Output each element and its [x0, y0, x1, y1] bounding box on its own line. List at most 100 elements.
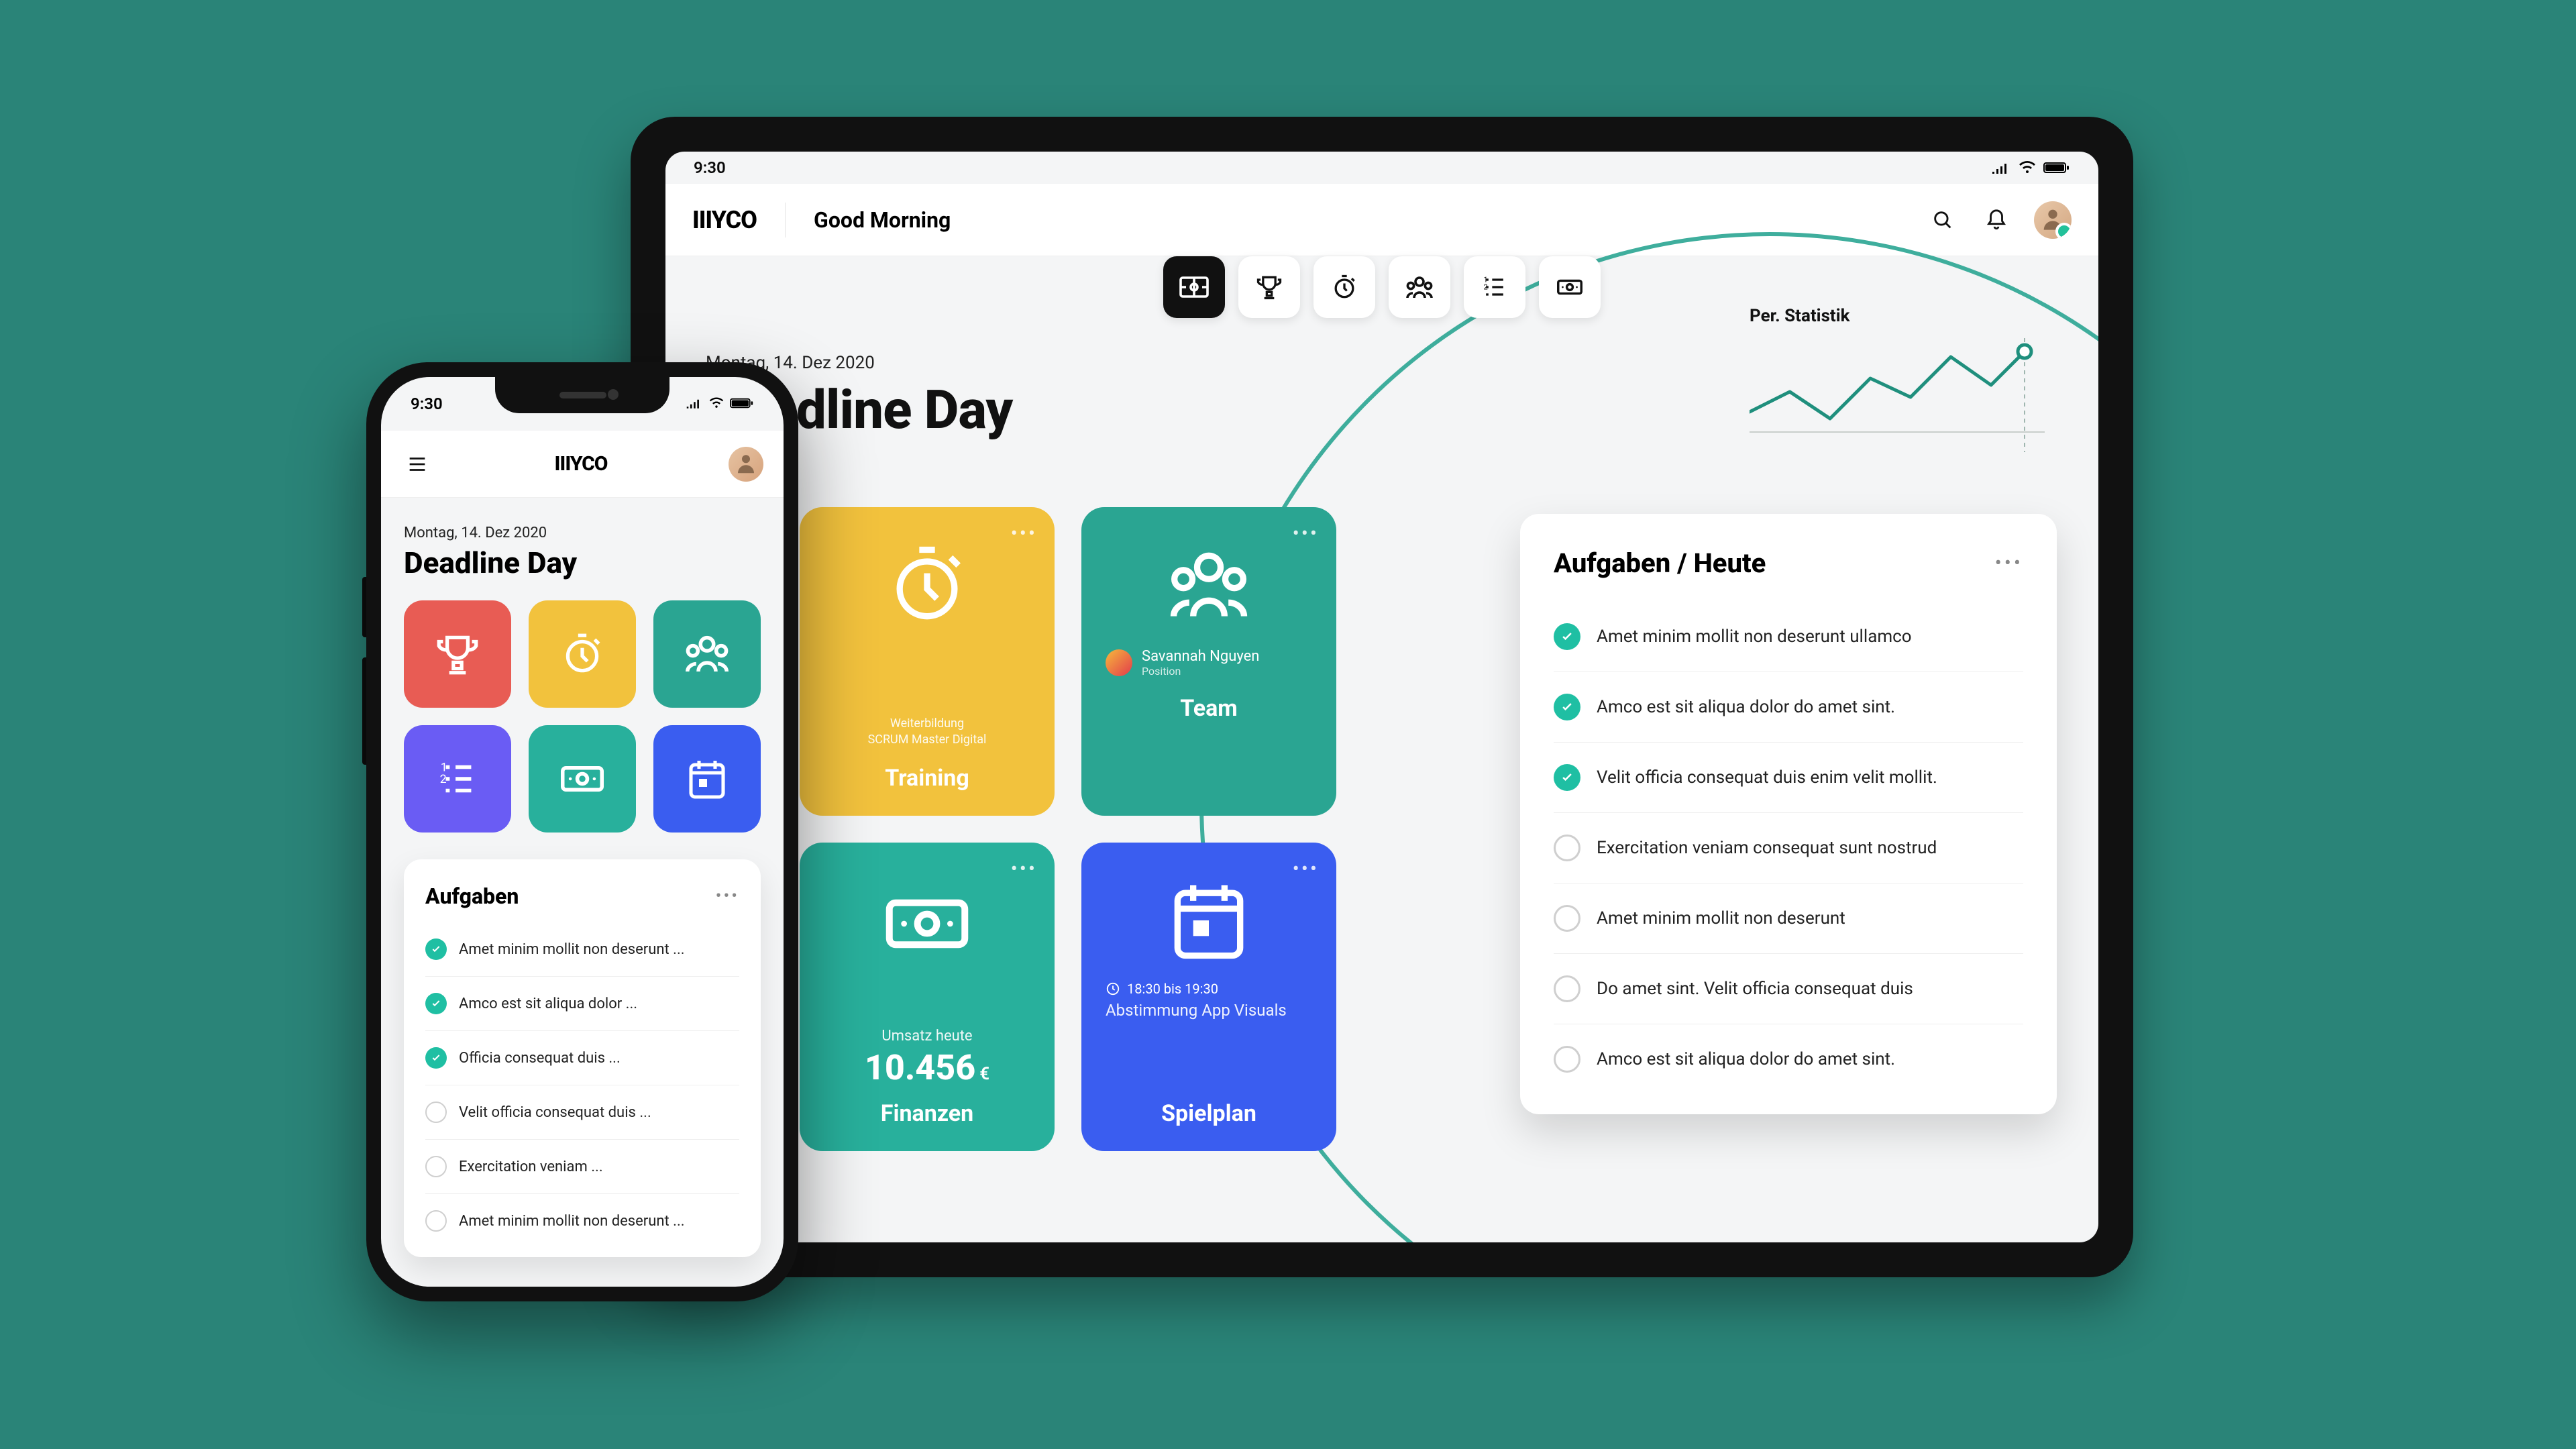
task-row[interactable]: Amco est sit aliqua dolor do amet sint. — [1554, 1024, 2023, 1094]
tablet-header: IIIYCO Good Morning — [665, 184, 2098, 256]
card-more-icon[interactable]: ••• — [1011, 522, 1037, 545]
card-team[interactable]: ••• Savannah Nguyen Position Team — [1081, 507, 1336, 816]
tile-team[interactable] — [653, 600, 761, 708]
check-todo-icon[interactable] — [425, 1102, 447, 1123]
check-done-icon[interactable] — [1554, 694, 1580, 720]
check-todo-icon[interactable] — [1554, 835, 1580, 861]
tasks-more-icon[interactable]: ••• — [716, 886, 739, 906]
member-avatar — [1106, 649, 1132, 676]
tile-money[interactable] — [529, 725, 636, 833]
amount-value: 10.456 — [865, 1047, 975, 1088]
stats-sparkline — [1750, 338, 2045, 452]
task-row[interactable]: Exercitation veniam ... — [425, 1140, 739, 1194]
task-list: Amet minim mollit non deserunt ullamco Am… — [1554, 602, 2023, 1094]
wifi-icon — [708, 394, 724, 413]
task-row[interactable]: Amet minim mollit non deserunt ... — [425, 1194, 739, 1248]
check-todo-icon[interactable] — [425, 1156, 447, 1177]
check-todo-icon[interactable] — [425, 1210, 447, 1232]
phone-frame: 9:30 IIIYCO Montag, 14. Dez 2020 Deadlin… — [366, 362, 798, 1301]
task-row[interactable]: Amet minim mollit non deserunt ... — [425, 922, 739, 977]
page-title: Deadline Day — [404, 545, 761, 580]
card-title: Finanzen — [824, 1100, 1030, 1127]
task-row[interactable]: Officia consequat duis ... — [425, 1031, 739, 1085]
task-text: Exercitation veniam consequat sunt nostr… — [1597, 838, 1937, 858]
task-text: Amco est sit aliqua dolor ... — [459, 996, 637, 1012]
nav-toolbar: 12 — [1163, 256, 1601, 318]
tile-trophy[interactable] — [404, 600, 511, 708]
card-sub: Umsatz heute — [824, 1028, 1030, 1044]
check-todo-icon[interactable] — [1554, 1046, 1580, 1073]
check-todo-icon[interactable] — [1554, 905, 1580, 932]
battery-icon — [2043, 161, 2070, 174]
tasks-panel: Aufgaben / Heute ••• Amet minim mollit n… — [1520, 514, 2057, 1114]
nav-ranking[interactable]: 12 — [1464, 256, 1525, 318]
card-spielplan[interactable]: ••• 18:30 bis 19:30 Abstimmung App Visua… — [1081, 843, 1336, 1151]
tablet-status-bar: 9:30 — [665, 152, 2098, 184]
check-done-icon[interactable] — [425, 938, 447, 960]
card-more-icon[interactable]: ••• — [1293, 522, 1319, 545]
task-row[interactable]: Amet minim mollit non deserunt — [1554, 883, 2023, 954]
tasks-title: Aufgaben / Heute — [1554, 547, 1766, 579]
greeting-text: Good Morning — [814, 207, 951, 233]
task-text: Exercitation veniam ... — [459, 1159, 603, 1175]
card-time-text: 18:30 bis 19:30 — [1127, 981, 1218, 997]
task-text: Amco est sit aliqua dolor do amet sint. — [1597, 697, 1895, 717]
task-row[interactable]: Amco est sit aliqua dolor do amet sint. — [1554, 672, 2023, 743]
tile-ranking[interactable]: 12 — [404, 725, 511, 833]
task-row[interactable]: Exercitation veniam consequat sunt nostr… — [1554, 813, 2023, 883]
task-text: Amet minim mollit non deserunt ullamco — [1597, 627, 1912, 647]
member-position: Position — [1142, 665, 1259, 678]
nav-money[interactable] — [1539, 256, 1601, 318]
task-text: Velit officia consequat duis ... — [459, 1104, 651, 1121]
phone-screen: 9:30 IIIYCO Montag, 14. Dez 2020 Deadlin… — [381, 377, 784, 1287]
tile-calendar[interactable] — [653, 725, 761, 833]
brand-text: IIIYCO — [555, 452, 608, 476]
task-text: Amet minim mollit non deserunt ... — [459, 941, 685, 958]
task-text: Do amet sint. Velit officia consequat du… — [1597, 979, 1913, 999]
check-todo-icon[interactable] — [1554, 975, 1580, 1002]
menu-icon[interactable] — [401, 448, 433, 480]
stats-title: Per. Statistik — [1750, 306, 2045, 326]
task-text: Amet minim mollit non deserunt — [1597, 908, 1845, 928]
battery-icon — [730, 394, 754, 413]
card-more-icon[interactable]: ••• — [1293, 857, 1319, 881]
card-sub1: Weiterbildung — [824, 716, 1030, 731]
nav-pitch[interactable] — [1163, 256, 1225, 318]
card-finanzen[interactable]: ••• Umsatz heute 10.456€ Finanzen — [800, 843, 1055, 1151]
bell-icon[interactable] — [1980, 204, 2012, 236]
phone-task-list: Amet minim mollit non deserunt ... Amco e… — [425, 922, 739, 1248]
svg-text:2: 2 — [1484, 283, 1488, 292]
card-more-icon[interactable]: ••• — [1011, 857, 1037, 881]
brand-logo[interactable]: IIIYCO — [692, 206, 757, 234]
brand-logo[interactable]: IIIYCO — [555, 452, 608, 476]
phone-notch — [495, 377, 669, 413]
tasks-more-icon[interactable]: ••• — [1995, 551, 2023, 575]
check-done-icon[interactable] — [1554, 764, 1580, 791]
task-row[interactable]: Velit officia consequat duis ... — [425, 1085, 739, 1140]
brand-text: IIIYCO — [692, 206, 757, 234]
search-icon[interactable] — [1927, 204, 1959, 236]
tasks-title: Aufgaben — [425, 883, 519, 909]
svg-text:2: 2 — [440, 773, 447, 786]
money-icon — [824, 873, 1030, 974]
check-done-icon[interactable] — [1554, 623, 1580, 650]
check-done-icon[interactable] — [425, 993, 447, 1014]
user-avatar[interactable] — [2034, 201, 2072, 239]
nav-trophy[interactable] — [1238, 256, 1300, 318]
user-avatar[interactable] — [729, 447, 763, 482]
task-row[interactable]: Velit officia consequat duis enim velit … — [1554, 743, 2023, 813]
task-row[interactable]: Amco est sit aliqua dolor ... — [425, 977, 739, 1031]
check-done-icon[interactable] — [425, 1047, 447, 1069]
wifi-icon — [2018, 161, 2037, 174]
tile-timer[interactable] — [529, 600, 636, 708]
task-row[interactable]: Do amet sint. Velit officia consequat du… — [1554, 954, 2023, 1024]
card-training[interactable]: ••• Weiterbildung SCRUM Master Digital T… — [800, 507, 1055, 816]
amount-currency: € — [979, 1064, 989, 1084]
nav-team[interactable] — [1389, 256, 1450, 318]
task-row[interactable]: Amet minim mollit non deserunt ullamco — [1554, 602, 2023, 672]
signal-icon — [1991, 161, 2011, 174]
tile-grid: 12 — [404, 600, 761, 833]
status-time: 9:30 — [694, 158, 726, 177]
task-text: Amet minim mollit non deserunt ... — [459, 1213, 685, 1230]
nav-timer[interactable] — [1313, 256, 1375, 318]
